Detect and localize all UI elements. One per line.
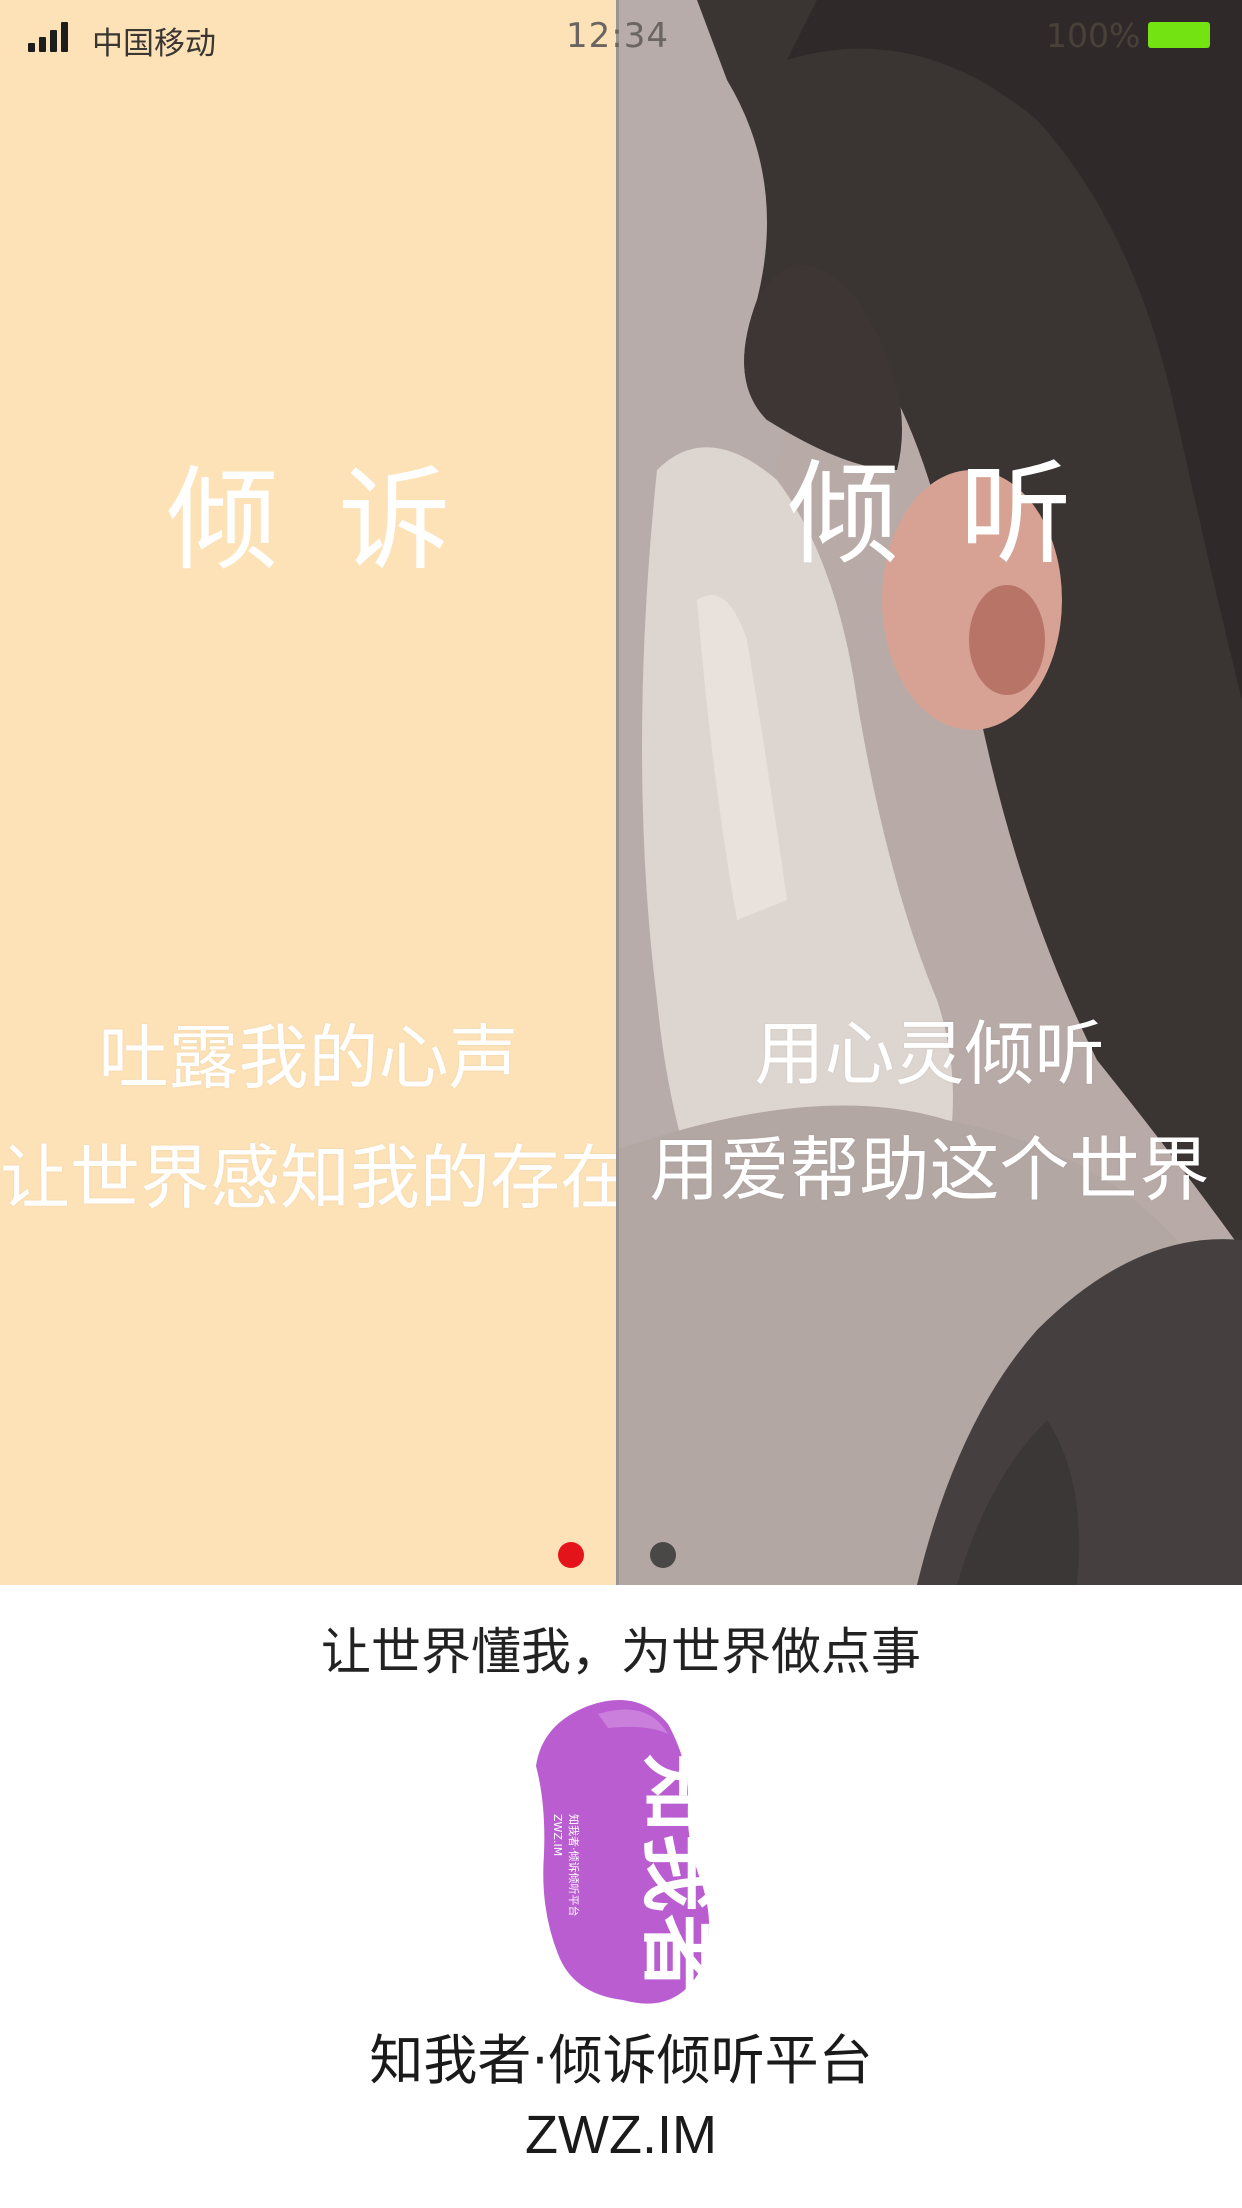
confide-title: 倾诉 [166,456,511,586]
slogan: 让世界懂我，为世界做点事 [321,1623,921,1681]
carrier-name: 中国移动 [92,26,216,62]
listen-panel[interactable]: 倾听 用心灵倾听 用爱帮助这个世界 [617,0,1242,1585]
listen-line-1: 用心灵倾听 [754,1013,1105,1095]
confide-panel[interactable]: 倾诉 吐露我的心声 让世界感知我的存在 [0,0,630,1585]
confide-line-2: 让世界感知我的存在 [0,1137,630,1219]
battery-icon [1148,22,1210,48]
panel-divider [616,0,619,1585]
app-domain[interactable]: ZWZ.IM [0,2104,1242,2166]
intro-hero: 倾诉 吐露我的心声 让世界感知我的存在 倾听 用心灵倾听 用爱帮助这个世界 [0,0,1242,1585]
signal-icon [28,22,70,52]
app-name: 知我者·倾诉倾听平台 [369,2029,873,2092]
status-bar: 中国移动 12:34 100% [0,0,1242,76]
listen-line-2: 用爱帮助这个世界 [649,1129,1210,1211]
app-logo: 知我者 知我者·倾诉倾听平台 ZWZ.IM [536,1700,714,2004]
logo-small-text: 知我者·倾诉倾听平台 [567,1814,581,1917]
page-dot-2[interactable] [650,1542,676,1568]
listen-title: 倾听 [787,450,1132,580]
page-indicator [0,1540,1242,1570]
listener-photo [617,0,1242,1585]
page-dot-1[interactable] [558,1542,584,1568]
logo-domain-text: ZWZ.IM [551,1814,564,1856]
logo-text: 知我者 [633,1754,714,1994]
clock: 12:34 [566,16,669,56]
battery-percentage: 100% [1046,16,1141,55]
confide-line-1: 吐露我的心声 [98,1017,519,1099]
